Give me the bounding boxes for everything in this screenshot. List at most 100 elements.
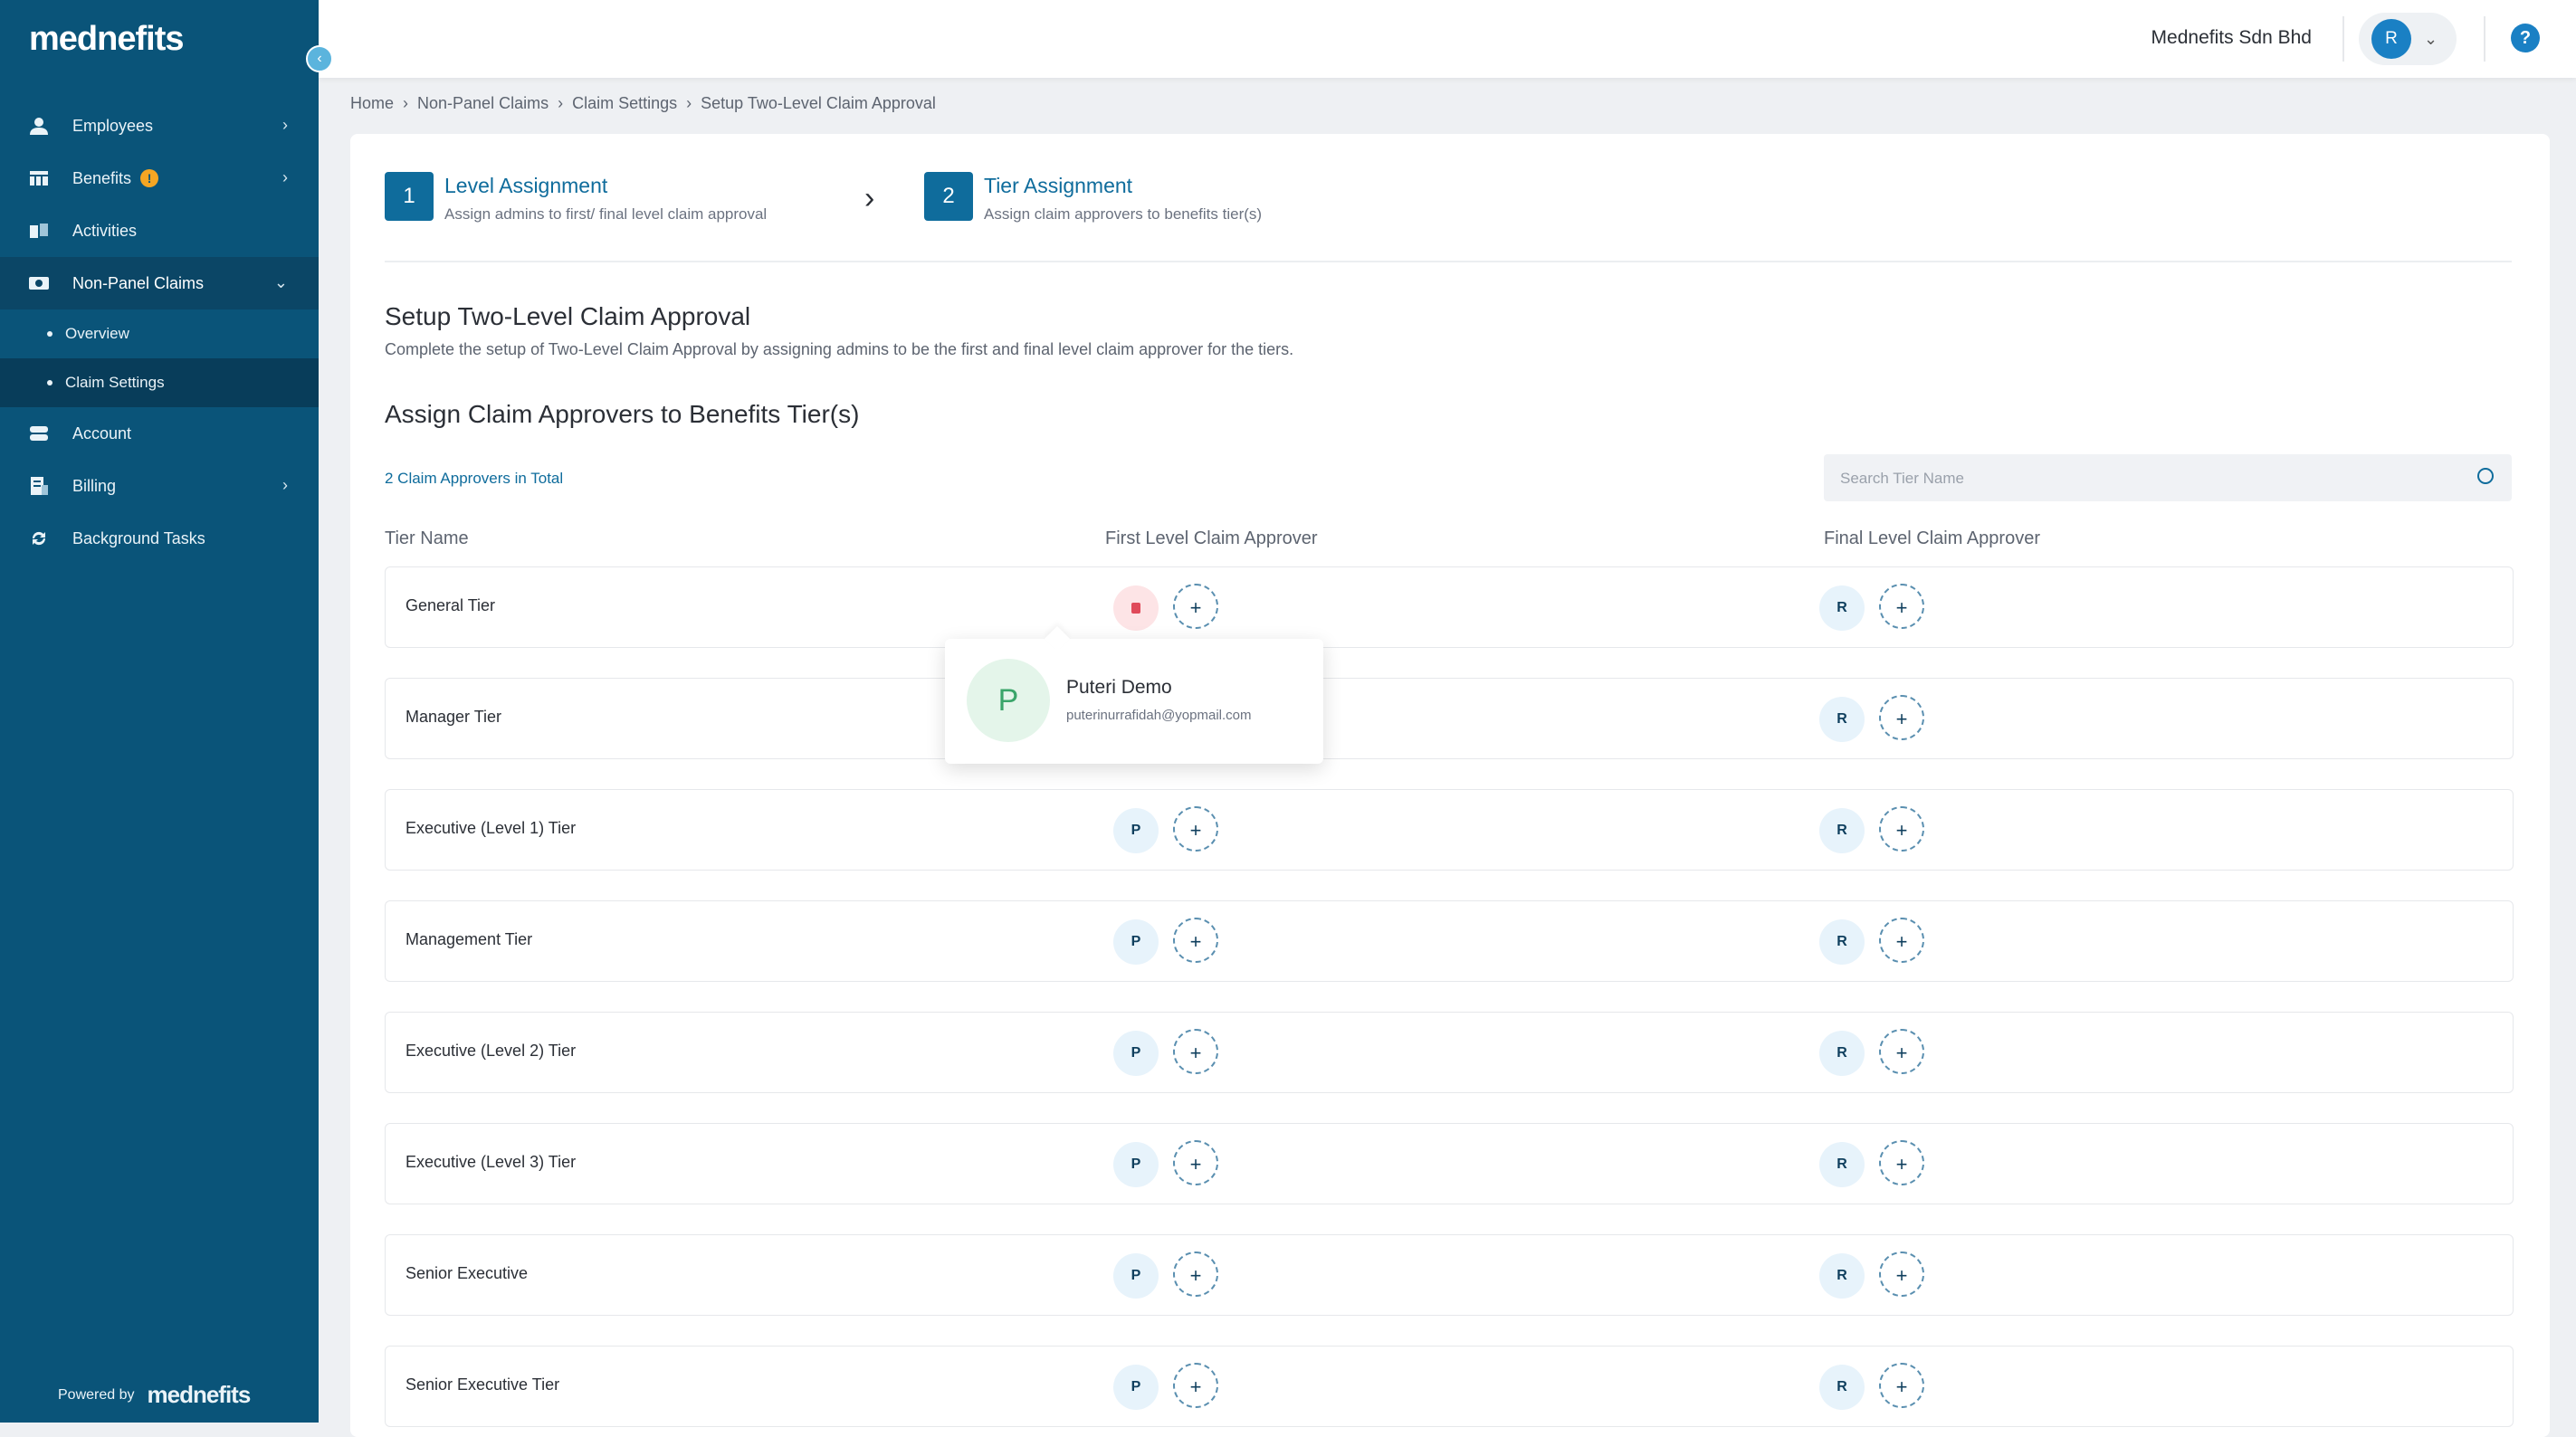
sidebar-item-label: Employees bbox=[72, 116, 154, 135]
bullet-icon bbox=[47, 380, 52, 385]
add-final-approver-button[interactable]: + bbox=[1879, 584, 1924, 629]
search-box bbox=[1824, 454, 2512, 503]
first-approver-avatar[interactable]: P bbox=[1113, 808, 1159, 853]
step-level-assignment[interactable]: 1 Level Assignment Assign admins to firs… bbox=[385, 172, 767, 224]
user-menu[interactable]: R ⌄ bbox=[2359, 13, 2457, 65]
add-final-approver-button[interactable]: + bbox=[1879, 1251, 1924, 1297]
breadcrumb-home[interactable]: Home bbox=[350, 94, 394, 112]
remove-approver-button[interactable] bbox=[1113, 585, 1159, 631]
first-approver-avatar[interactable]: P bbox=[1113, 1031, 1159, 1076]
sidebar-item-label: Activities bbox=[72, 221, 138, 240]
final-approver-avatar[interactable]: R bbox=[1819, 808, 1865, 853]
add-final-approver-button[interactable]: + bbox=[1879, 695, 1924, 740]
powered-by: Powered by mednefits bbox=[58, 1381, 252, 1409]
subnav-item-claim-settings[interactable]: Claim Settings bbox=[0, 358, 319, 407]
sidebar-item-label: Background Tasks bbox=[72, 528, 205, 547]
chevron-right-icon: › bbox=[864, 181, 875, 215]
sidebar-item-activities[interactable]: Activities bbox=[0, 205, 319, 257]
mednefits-logo[interactable]: mednefits bbox=[29, 20, 184, 59]
first-approver-avatar[interactable]: P bbox=[1113, 1365, 1159, 1410]
breadcrumb-non-panel-claims[interactable]: Non-Panel Claims bbox=[417, 94, 549, 112]
first-approver-avatar[interactable]: P bbox=[1113, 1142, 1159, 1187]
billing-icon bbox=[27, 476, 51, 496]
column-header-final-level: Final Level Claim Approver bbox=[1824, 528, 2040, 548]
approver-name: Puteri Demo bbox=[1066, 677, 1172, 698]
tier-name: Executive (Level 2) Tier bbox=[405, 1042, 577, 1060]
avatar: P bbox=[967, 659, 1050, 742]
final-approver-avatar[interactable]: R bbox=[1819, 919, 1865, 965]
company-name: Mednefits Sdn Bhd bbox=[2151, 27, 2312, 48]
help-icon[interactable]: ? bbox=[2511, 24, 2540, 52]
breadcrumb-separator-icon: › bbox=[403, 94, 409, 112]
first-approver-avatar[interactable]: P bbox=[1113, 1253, 1159, 1299]
breadcrumb-claim-settings[interactable]: Claim Settings bbox=[572, 94, 677, 112]
section-title: Setup Two-Level Claim Approval bbox=[385, 302, 751, 330]
sync-icon bbox=[27, 528, 51, 548]
breadcrumb: Home › Non-Panel Claims › Claim Settings › Set… bbox=[350, 94, 936, 113]
subnav-item-overview[interactable]: Overview bbox=[0, 309, 319, 358]
bullet-icon bbox=[47, 331, 52, 337]
sidebar-item-non-panel-claims[interactable]: Non-Panel Claims ⌄ bbox=[0, 257, 319, 309]
sidebar-item-label: Benefits bbox=[72, 168, 132, 187]
step-number: 2 bbox=[924, 172, 973, 221]
add-first-approver-button[interactable]: + bbox=[1173, 806, 1218, 852]
final-approver-avatar[interactable]: R bbox=[1819, 1365, 1865, 1410]
tier-name: Senior Executive bbox=[405, 1264, 529, 1282]
add-first-approver-button[interactable]: + bbox=[1173, 584, 1218, 629]
sidebar-item-background-tasks[interactable]: Background Tasks bbox=[0, 512, 319, 565]
approver-email: puterinurrafidah@yopmail.com bbox=[1066, 708, 1252, 723]
add-final-approver-button[interactable]: + bbox=[1879, 1140, 1924, 1185]
first-approver-avatar[interactable]: P bbox=[1113, 919, 1159, 965]
final-approver-avatar[interactable]: R bbox=[1819, 1253, 1865, 1299]
avatar: R bbox=[2371, 19, 2411, 59]
subnav-item-label: Claim Settings bbox=[65, 374, 165, 391]
chevron-down-icon: ⌄ bbox=[2424, 29, 2438, 48]
assign-title: Assign Claim Approvers to Benefits Tier(… bbox=[385, 400, 860, 428]
breadcrumb-current: Setup Two-Level Claim Approval bbox=[701, 94, 936, 112]
table-row: Executive (Level 1) Tier P + R + bbox=[385, 789, 2514, 871]
add-final-approver-button[interactable]: + bbox=[1879, 918, 1924, 963]
step-tier-assignment[interactable]: 2 Tier Assignment Assign claim approvers… bbox=[924, 172, 1262, 224]
search-icon[interactable] bbox=[2477, 468, 2494, 484]
add-first-approver-button[interactable]: + bbox=[1173, 1251, 1218, 1297]
tier-name: Senior Executive Tier bbox=[405, 1375, 560, 1394]
add-final-approver-button[interactable]: + bbox=[1879, 1363, 1924, 1408]
final-approver-avatar[interactable]: R bbox=[1819, 1142, 1865, 1187]
step-title: Tier Assignment bbox=[984, 174, 1133, 197]
breadcrumb-separator-icon: › bbox=[558, 94, 564, 112]
step-subtitle: Assign claim approvers to benefits tier(… bbox=[984, 205, 1263, 223]
claims-icon bbox=[27, 273, 51, 293]
trash-icon bbox=[1131, 603, 1140, 614]
subnav-item-label: Overview bbox=[65, 325, 129, 342]
sidebar-collapse-button[interactable]: ‹ bbox=[306, 45, 333, 72]
final-approver-avatar[interactable]: R bbox=[1819, 1031, 1865, 1076]
add-first-approver-button[interactable]: + bbox=[1173, 1140, 1218, 1185]
sidebar-item-billing[interactable]: Billing › bbox=[0, 460, 319, 512]
final-approver-avatar[interactable]: R bbox=[1819, 585, 1865, 631]
top-header: Mednefits Sdn Bhd R ⌄ ? bbox=[319, 0, 2576, 78]
employees-icon bbox=[27, 116, 51, 136]
sidebar-item-benefits[interactable]: Benefits ! › bbox=[0, 152, 319, 205]
main-card: 1 Level Assignment Assign admins to firs… bbox=[350, 134, 2550, 1437]
table-row: Executive (Level 3) Tier P + R + bbox=[385, 1123, 2514, 1204]
tier-name: Executive (Level 1) Tier bbox=[405, 819, 577, 837]
activities-icon bbox=[27, 221, 51, 241]
approver-count-link[interactable]: 2 Claim Approvers in Total bbox=[385, 470, 563, 488]
add-first-approver-button[interactable]: + bbox=[1173, 1029, 1218, 1074]
sidebar-item-account[interactable]: Account bbox=[0, 407, 319, 460]
final-approver-avatar[interactable]: R bbox=[1819, 697, 1865, 742]
sidebar-item-employees[interactable]: Employees › bbox=[0, 100, 319, 152]
search-input[interactable] bbox=[1824, 454, 2457, 503]
chevron-down-icon: ⌄ bbox=[273, 273, 288, 291]
add-first-approver-button[interactable]: + bbox=[1173, 918, 1218, 963]
table-row: Senior Executive Tier P + R + bbox=[385, 1346, 2514, 1427]
add-final-approver-button[interactable]: + bbox=[1879, 806, 1924, 852]
column-header-tier-name: Tier Name bbox=[385, 528, 469, 548]
add-final-approver-button[interactable]: + bbox=[1879, 1029, 1924, 1074]
chevron-right-icon: › bbox=[282, 476, 288, 494]
mednefits-footer-logo: mednefits bbox=[147, 1381, 252, 1408]
warning-badge: ! bbox=[140, 169, 159, 187]
add-first-approver-button[interactable]: + bbox=[1173, 1363, 1218, 1408]
table-row: Manager Tier P + R + bbox=[385, 678, 2514, 759]
account-icon bbox=[27, 423, 51, 443]
